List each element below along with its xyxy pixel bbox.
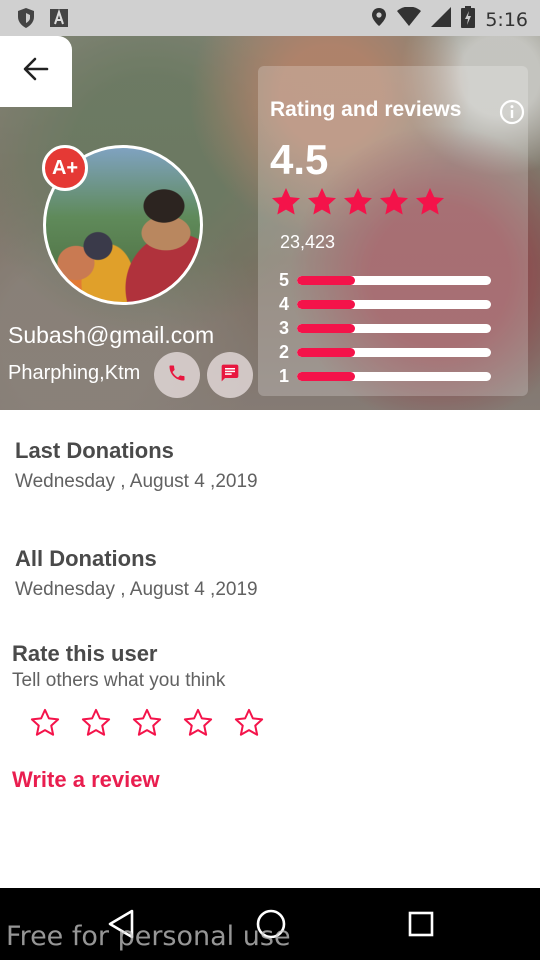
rating-stars <box>270 186 446 223</box>
rating-bar-label: 1 <box>279 366 290 386</box>
rating-bar-row: 4 <box>279 294 491 315</box>
rating-bar-track <box>297 324 491 333</box>
rating-count: 23,423 <box>280 232 336 252</box>
rating-bar-row: 2 <box>279 342 491 363</box>
rating-bar-label: 2 <box>279 342 290 362</box>
rating-bar-fill <box>297 348 356 357</box>
rating-bar-track <box>297 300 491 309</box>
blood-group-badge: A+ <box>42 145 88 191</box>
rating-score: 4.5 <box>270 136 329 183</box>
rating-bar-track <box>297 372 491 381</box>
status-time: 5:16 <box>485 8 528 31</box>
last-donations-heading: Last Donations <box>15 438 174 463</box>
rate-user-heading: Rate this user <box>12 641 158 666</box>
call-button[interactable] <box>154 352 200 398</box>
rating-bar-fill <box>297 276 356 285</box>
last-donations-date: Wednesday , August 4 ,2019 <box>15 471 258 492</box>
battery-charging-icon <box>461 6 476 33</box>
write-review-link[interactable]: Write a review <box>12 767 160 793</box>
signal-icon <box>431 7 452 32</box>
star-filled-icon <box>414 186 446 223</box>
message-icon <box>220 363 240 388</box>
rating-bar-row: 1 <box>279 366 491 387</box>
star-filled-icon <box>342 186 374 223</box>
status-bar: 5:16 <box>0 0 540 36</box>
star-filled-icon <box>306 186 338 223</box>
rating-bar-track <box>297 348 491 357</box>
rating-bar-fill <box>297 300 356 309</box>
rating-bar-label: 3 <box>279 318 290 338</box>
rating-bar-label: 5 <box>279 270 290 290</box>
info-icon[interactable] <box>499 99 525 130</box>
star-outline-icon[interactable] <box>81 708 111 743</box>
star-outline-icon[interactable] <box>132 708 162 743</box>
a-icon <box>50 8 68 32</box>
rate-user-stars <box>30 708 264 743</box>
user-location: Pharphing,Ktm <box>8 362 141 384</box>
rate-user-subtitle: Tell others what you think <box>12 670 226 691</box>
wifi-icon <box>397 6 422 32</box>
phone-icon <box>167 363 187 388</box>
back-button[interactable] <box>0 36 72 107</box>
rating-bar-fill <box>297 372 356 381</box>
star-outline-icon[interactable] <box>183 708 213 743</box>
all-donations-date: Wednesday , August 4 ,2019 <box>15 579 258 600</box>
recents-square-icon[interactable] <box>406 908 436 945</box>
all-donations-heading: All Donations <box>15 546 157 571</box>
star-outline-icon[interactable] <box>30 708 60 743</box>
user-email: Subash@gmail.com <box>8 322 215 348</box>
arrow-left-icon <box>23 57 49 86</box>
rating-bar-track <box>297 276 491 285</box>
watermark: Free for personal use <box>6 921 291 952</box>
message-button[interactable] <box>207 352 253 398</box>
rating-card: Rating and reviews 4.5 23,423 5 4 3 2 1 <box>258 66 528 396</box>
shield-icon <box>16 7 36 34</box>
rating-bar-row: 3 <box>279 318 491 339</box>
star-outline-icon[interactable] <box>234 708 264 743</box>
star-filled-icon <box>378 186 410 223</box>
rating-title: Rating and reviews <box>270 98 462 121</box>
rating-bar-row: 5 <box>279 270 491 291</box>
rating-bar-fill <box>297 324 356 333</box>
rating-bar-label: 4 <box>279 294 290 314</box>
star-filled-icon <box>270 186 302 223</box>
location-icon <box>371 7 387 32</box>
